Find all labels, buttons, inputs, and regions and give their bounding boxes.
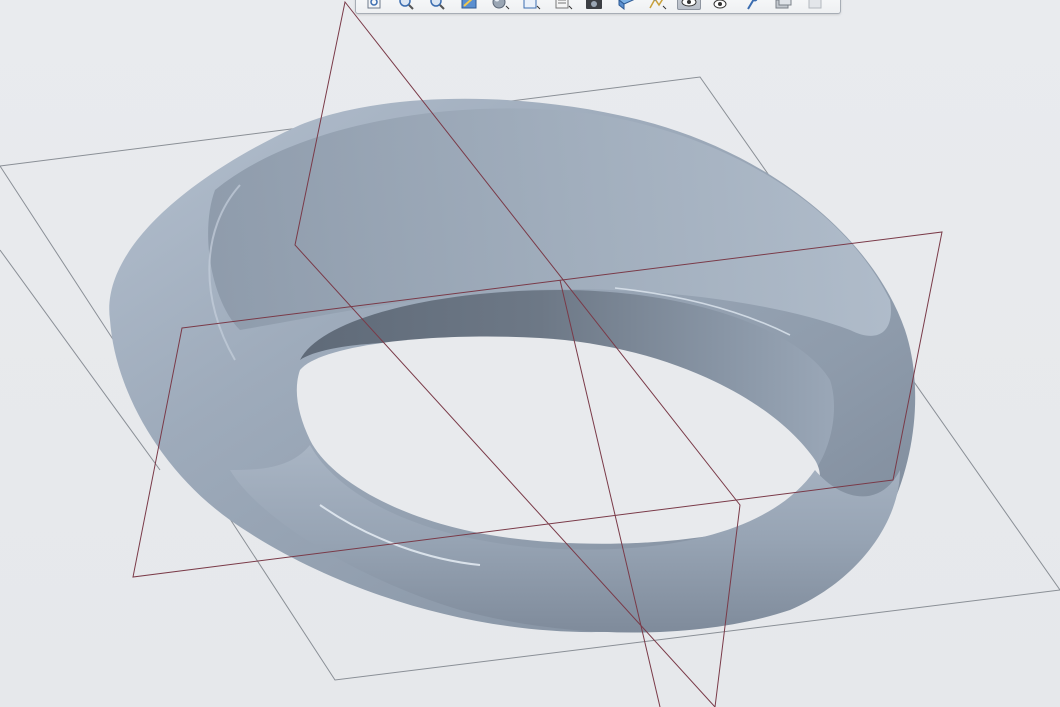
display-style-button[interactable] (488, 0, 512, 10)
datum-display-button[interactable] (645, 0, 669, 10)
annotation-display-button[interactable] (676, 0, 702, 10)
camera-button[interactable] (582, 0, 606, 10)
repaint-icon (461, 0, 477, 9)
saved-orientations-button[interactable] (519, 0, 543, 10)
layers-icon (775, 0, 792, 9)
view-manager-button[interactable] (551, 0, 575, 10)
annotation-display-icon (681, 0, 697, 7)
graphics-toolbar (355, 0, 841, 14)
perspective-icon (618, 0, 634, 10)
spin-center-button[interactable] (740, 0, 764, 10)
eye-icon (713, 0, 727, 9)
layers-button[interactable] (771, 0, 795, 10)
refit-icon (367, 0, 381, 9)
model-canvas[interactable] (0, 0, 1060, 707)
zoom-in-button[interactable] (393, 0, 417, 10)
zoom-in-icon (398, 0, 414, 10)
eye-button[interactable] (708, 0, 732, 10)
spin-center-icon (746, 0, 758, 10)
section-button[interactable] (802, 0, 826, 10)
zoom-out-button[interactable] (425, 0, 449, 10)
repaint-button[interactable] (456, 0, 480, 10)
zoom-out-icon (430, 0, 445, 10)
view-manager-icon (555, 0, 573, 10)
perspective-button[interactable] (614, 0, 638, 10)
graphics-window[interactable] (0, 0, 1060, 707)
camera-icon (586, 0, 603, 9)
refit-button[interactable] (362, 0, 386, 10)
saved-orientations-icon (523, 0, 541, 10)
display-style-icon (492, 0, 510, 10)
datum-display-icon (649, 0, 667, 10)
section-icon (808, 0, 822, 9)
